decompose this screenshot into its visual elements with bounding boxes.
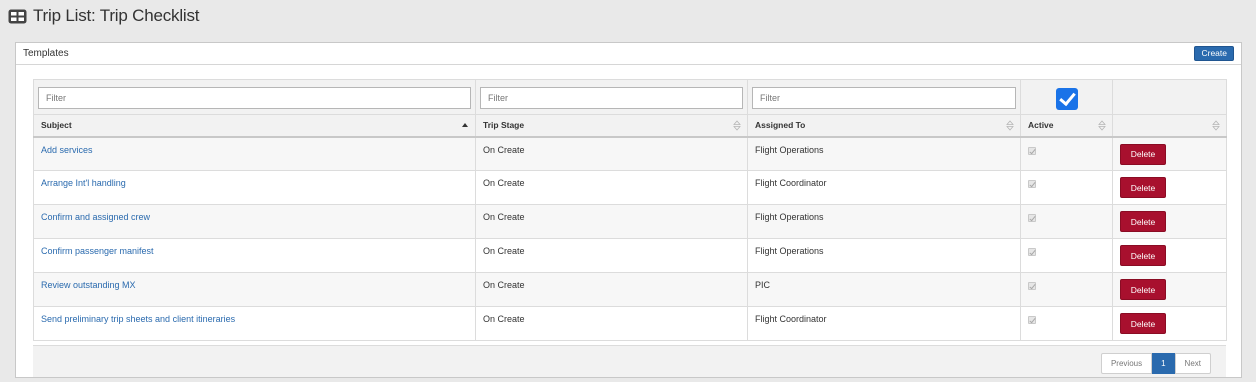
filter-cell-subject (33, 79, 476, 115)
trip-stage-cell: On Create (475, 136, 748, 171)
sort-unsorted-icon (1006, 120, 1014, 131)
actions-cell: Delete (1112, 306, 1227, 341)
active-cell (1020, 272, 1113, 307)
active-checkbox (1028, 214, 1036, 222)
filter-cell-stage (475, 79, 748, 115)
delete-button[interactable]: Delete (1120, 143, 1166, 165)
panel-title: Templates (23, 48, 69, 59)
assigned-to-cell: PIC (747, 272, 1021, 307)
delete-button[interactable]: Delete (1120, 177, 1166, 198)
sort-unsorted-icon (733, 120, 741, 131)
actions-cell: Delete (1112, 272, 1227, 307)
subject-cell: Confirm and assigned crew (33, 204, 476, 239)
actions-cell: Delete (1112, 136, 1227, 171)
table-row: Send preliminary trip sheets and client … (33, 306, 1227, 341)
trip-stage-cell: On Create (475, 238, 748, 273)
trip-stage-cell: On Create (475, 306, 748, 341)
actions-cell: Delete (1112, 238, 1227, 273)
templates-table: Subject Trip Stage Assigned To Active Ad… (33, 79, 1227, 341)
trip-stage-filter-input[interactable] (480, 87, 743, 109)
page-title: Trip List: Trip Checklist (33, 6, 200, 25)
delete-button[interactable]: Delete (1120, 245, 1166, 266)
column-header-label: Assigned To (755, 120, 806, 131)
active-cell (1020, 204, 1113, 239)
sort-unsorted-icon (1212, 120, 1220, 131)
column-header-trip-stage[interactable]: Trip Stage (475, 114, 748, 138)
delete-button[interactable]: Delete (1120, 313, 1166, 334)
sort-unsorted-icon (1098, 120, 1106, 131)
create-button[interactable]: Create (1194, 46, 1234, 61)
trip-stage-cell: On Create (475, 272, 748, 307)
assigned-to-cell: Flight Operations (747, 136, 1021, 171)
filter-cell-assigned (747, 79, 1021, 115)
page-header: Trip List: Trip Checklist (8, 5, 199, 27)
panel-heading: Templates Create (16, 43, 1241, 65)
filter-cell-active (1020, 79, 1113, 115)
subject-link[interactable]: Confirm and assigned crew (41, 212, 150, 222)
pagination: Previous 1 Next (1100, 353, 1211, 374)
active-checkbox (1028, 180, 1036, 188)
subject-link[interactable]: Confirm passenger manifest (41, 246, 154, 256)
active-cell (1020, 238, 1113, 273)
column-header-active[interactable]: Active (1020, 114, 1113, 138)
assigned-to-cell: Flight Operations (747, 204, 1021, 239)
templates-table-wrap: Subject Trip Stage Assigned To Active Ad… (33, 79, 1227, 341)
assigned-to-filter-input[interactable] (752, 87, 1016, 109)
subject-link[interactable]: Review outstanding MX (41, 280, 136, 290)
table-row: Confirm passenger manifest On Create Fli… (33, 238, 1227, 273)
active-checkbox (1028, 282, 1036, 290)
templates-panel: Templates Create Subject Trip Stage Assi… (15, 42, 1242, 378)
previous-page-button[interactable]: Previous (1100, 353, 1153, 374)
subject-link[interactable]: Arrange Int'l handling (41, 178, 126, 188)
column-header-actions[interactable] (1112, 114, 1227, 138)
table-row: Confirm and assigned crew On Create Flig… (33, 204, 1227, 239)
column-header-assigned-to[interactable]: Assigned To (747, 114, 1021, 138)
column-header-label: Trip Stage (483, 120, 525, 131)
subject-cell: Confirm passenger manifest (33, 238, 476, 273)
active-cell (1020, 306, 1113, 341)
actions-cell: Delete (1112, 170, 1227, 205)
subject-filter-input[interactable] (38, 87, 471, 109)
header-row: Subject Trip Stage Assigned To Active (33, 114, 1227, 138)
active-filter-checkbox[interactable] (1055, 88, 1078, 110)
subject-cell: Add services (33, 136, 476, 171)
column-header-label: Subject (41, 120, 72, 131)
trip-stage-cell: On Create (475, 170, 748, 205)
subject-link[interactable]: Add services (41, 145, 93, 155)
table-row: Arrange Int'l handling On Create Flight … (33, 170, 1227, 205)
sort-ascending-icon (462, 123, 468, 127)
active-checkbox (1028, 316, 1036, 324)
delete-button[interactable]: Delete (1120, 211, 1166, 232)
actions-cell: Delete (1112, 204, 1227, 239)
delete-button[interactable]: Delete (1120, 279, 1166, 300)
subject-cell: Arrange Int'l handling (33, 170, 476, 205)
subject-cell: Send preliminary trip sheets and client … (33, 306, 476, 341)
column-header-label: Active (1028, 120, 1054, 131)
table-row: Add services On Create Flight Operations… (33, 136, 1227, 171)
table-row: Review outstanding MX On Create PIC Dele… (33, 272, 1227, 307)
filter-cell-actions (1112, 79, 1227, 115)
active-checkbox (1028, 146, 1036, 155)
filter-row (33, 79, 1227, 115)
pagination-bar: Previous 1 Next (33, 345, 1226, 377)
assigned-to-cell: Flight Coordinator (747, 170, 1021, 205)
active-cell (1020, 170, 1113, 205)
assigned-to-cell: Flight Operations (747, 238, 1021, 273)
subject-link[interactable]: Send preliminary trip sheets and client … (41, 314, 235, 324)
active-checkbox (1028, 248, 1036, 256)
table-grid-icon (8, 9, 27, 23)
page-1-button[interactable]: 1 (1152, 353, 1175, 374)
subject-cell: Review outstanding MX (33, 272, 476, 307)
active-cell (1020, 136, 1113, 171)
trip-stage-cell: On Create (475, 204, 748, 239)
column-header-subject[interactable]: Subject (33, 114, 476, 138)
assigned-to-cell: Flight Coordinator (747, 306, 1021, 341)
next-page-button[interactable]: Next (1174, 353, 1211, 374)
